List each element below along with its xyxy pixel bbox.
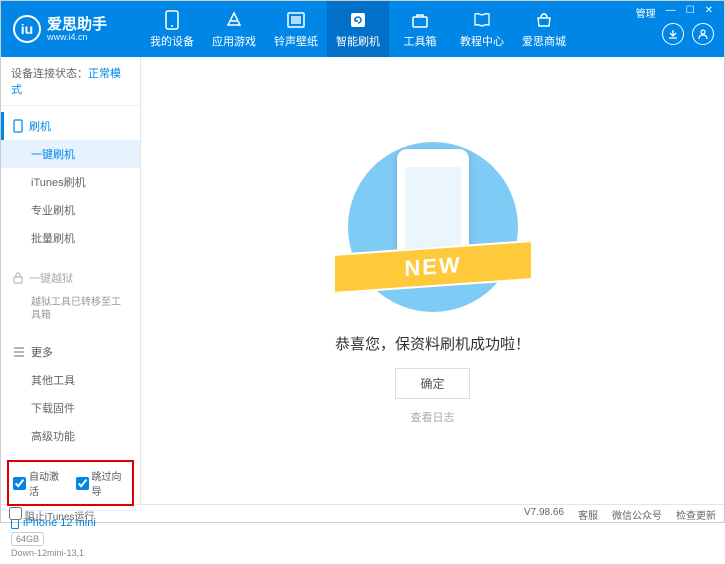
- minimize-button[interactable]: —: [663, 5, 679, 20]
- sidebar: 设备连接状态：正常模式 刷机 一键刷机 iTunes刷机 专业刷机 批量刷机 一…: [1, 57, 141, 504]
- success-illustration: NEW: [333, 137, 533, 317]
- nav-toolbox[interactable]: 工具箱: [389, 1, 451, 57]
- view-log-link[interactable]: 查看日志: [411, 409, 455, 425]
- download-icon[interactable]: [662, 23, 684, 45]
- auto-activate-checkbox[interactable]: 自动激活: [13, 468, 66, 498]
- sidebar-item-batch[interactable]: 批量刷机: [1, 224, 140, 252]
- nav-my-device[interactable]: 我的设备: [141, 1, 203, 57]
- book-icon: [472, 10, 492, 30]
- phone-small-icon: [13, 119, 23, 133]
- close-button[interactable]: ✕: [702, 5, 716, 20]
- app-url: www.i4.cn: [47, 32, 107, 42]
- connection-status: 设备连接状态：正常模式: [1, 57, 140, 106]
- sidebar-item-itunes[interactable]: iTunes刷机: [1, 168, 140, 196]
- device-storage: 64GB: [11, 532, 44, 546]
- logo-icon: iu: [13, 15, 41, 43]
- window-controls: 管理 — ☐ ✕: [633, 5, 716, 20]
- sidebar-item-other[interactable]: 其他工具: [1, 366, 140, 394]
- sidebar-jailbreak-header: 一键越狱: [1, 264, 140, 292]
- apps-icon: [224, 10, 244, 30]
- sidebar-more-header[interactable]: 更多: [1, 338, 140, 366]
- main-content: NEW 恭喜您，保资料刷机成功啦！ 确定 查看日志: [141, 57, 724, 504]
- update-link[interactable]: 检查更新: [676, 507, 716, 522]
- logo: iu 爱思助手 www.i4.cn: [1, 15, 141, 43]
- support-link[interactable]: 客服: [578, 507, 598, 522]
- header: iu 爱思助手 www.i4.cn 我的设备 应用游戏 铃声壁纸 智能刷机 工具…: [1, 1, 724, 57]
- skip-guide-checkbox[interactable]: 跳过向导: [76, 468, 129, 498]
- nav-apps[interactable]: 应用游戏: [203, 1, 265, 57]
- wechat-link[interactable]: 微信公众号: [612, 507, 662, 522]
- phone-icon: [162, 10, 182, 30]
- nav-ringtones[interactable]: 铃声壁纸: [265, 1, 327, 57]
- nav-flash[interactable]: 智能刷机: [327, 1, 389, 57]
- store-icon: [534, 10, 554, 30]
- lock-icon: [13, 272, 23, 284]
- wallpaper-icon: [286, 10, 306, 30]
- app-name: 爱思助手: [47, 17, 107, 32]
- menu-icon: [13, 347, 25, 357]
- device-sub: Down-12mini-13,1: [11, 548, 130, 558]
- ok-button[interactable]: 确定: [395, 368, 469, 399]
- new-ribbon: NEW: [333, 240, 533, 294]
- maximize-button[interactable]: ☐: [683, 5, 698, 20]
- sidebar-item-oneclick[interactable]: 一键刷机: [1, 140, 140, 168]
- sidebar-item-pro[interactable]: 专业刷机: [1, 196, 140, 224]
- version-label: V7.98.66: [524, 507, 564, 522]
- manage-button[interactable]: 管理: [633, 5, 659, 20]
- sidebar-item-advanced[interactable]: 高级功能: [1, 422, 140, 450]
- success-message: 恭喜您，保资料刷机成功啦！: [335, 333, 530, 354]
- sidebar-item-firmware[interactable]: 下载固件: [1, 394, 140, 422]
- refresh-icon: [348, 10, 368, 30]
- user-icon[interactable]: [692, 23, 714, 45]
- sidebar-flash-header[interactable]: 刷机: [1, 112, 140, 140]
- nav-store[interactable]: 爱思商城: [513, 1, 575, 57]
- toolbox-icon: [410, 10, 430, 30]
- options-row: 自动激活 跳过向导: [7, 460, 134, 506]
- block-itunes-checkbox[interactable]: 阻止iTunes运行: [9, 507, 94, 523]
- jailbreak-note: 越狱工具已转移至工具箱: [1, 292, 140, 326]
- nav-tutorials[interactable]: 教程中心: [451, 1, 513, 57]
